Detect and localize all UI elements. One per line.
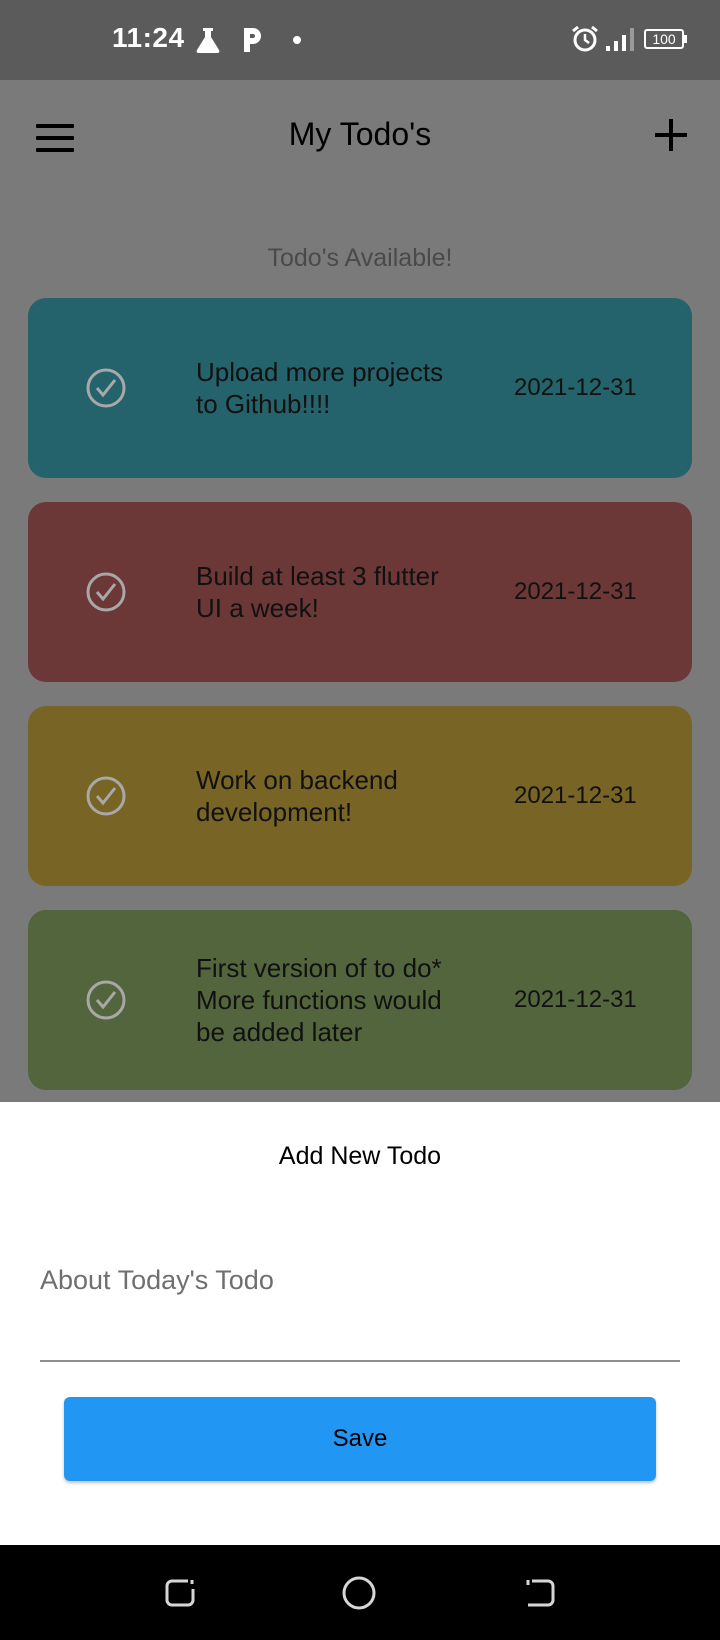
sheet-title: Add New Todo bbox=[278, 1142, 442, 1170]
todo-date: 2021-12-31 bbox=[514, 374, 637, 401]
check-circle-icon[interactable] bbox=[86, 368, 126, 408]
flask-icon bbox=[196, 28, 220, 53]
battery-icon: 100 bbox=[644, 29, 684, 49]
page-title: My Todo's bbox=[288, 116, 432, 152]
todo-text: Upload more projects to Github!!!! bbox=[196, 357, 444, 419]
battery-level: 100 bbox=[652, 31, 676, 47]
back-icon[interactable] bbox=[522, 1575, 558, 1611]
todo-text: Build at least 3 flutter UI a week! bbox=[196, 561, 439, 623]
todo-card[interactable]: First version of to do* More functions w… bbox=[28, 910, 692, 1090]
check-circle-icon[interactable] bbox=[86, 980, 126, 1020]
plus-icon[interactable] bbox=[655, 119, 687, 151]
todo-text: First version of to do* More functions w… bbox=[196, 953, 442, 1047]
todos-available-heading: Todo's Available! bbox=[267, 244, 453, 272]
check-circle-icon[interactable] bbox=[86, 572, 126, 612]
recents-icon[interactable] bbox=[162, 1575, 198, 1611]
check-circle-icon[interactable] bbox=[86, 776, 126, 816]
battery-tip bbox=[684, 35, 687, 43]
alarm-icon bbox=[572, 25, 598, 52]
todo-card[interactable]: Upload more projects to Github!!!! 2021-… bbox=[28, 298, 692, 478]
status-time: 11:24 bbox=[112, 22, 185, 53]
status-bar: 11:24 100 bbox=[0, 0, 720, 80]
todo-date: 2021-12-31 bbox=[514, 986, 637, 1013]
todo-input[interactable] bbox=[40, 1250, 680, 1362]
notification-dot-icon bbox=[293, 36, 301, 44]
todo-card[interactable]: Build at least 3 flutter UI a week! 2021… bbox=[28, 502, 692, 682]
todo-date: 2021-12-31 bbox=[514, 782, 637, 809]
parking-p-icon bbox=[244, 28, 261, 52]
save-button[interactable]: Save bbox=[64, 1397, 656, 1481]
signal-icon bbox=[606, 28, 634, 51]
app-screen: 11:24 100 My Todo's Todo's Available! Up… bbox=[0, 0, 720, 1640]
todo-card[interactable]: Work on backend development! 2021-12-31 bbox=[28, 706, 692, 886]
todo-date: 2021-12-31 bbox=[514, 578, 637, 605]
home-icon[interactable] bbox=[341, 1575, 377, 1611]
todo-text: Work on backend development! bbox=[196, 765, 398, 827]
